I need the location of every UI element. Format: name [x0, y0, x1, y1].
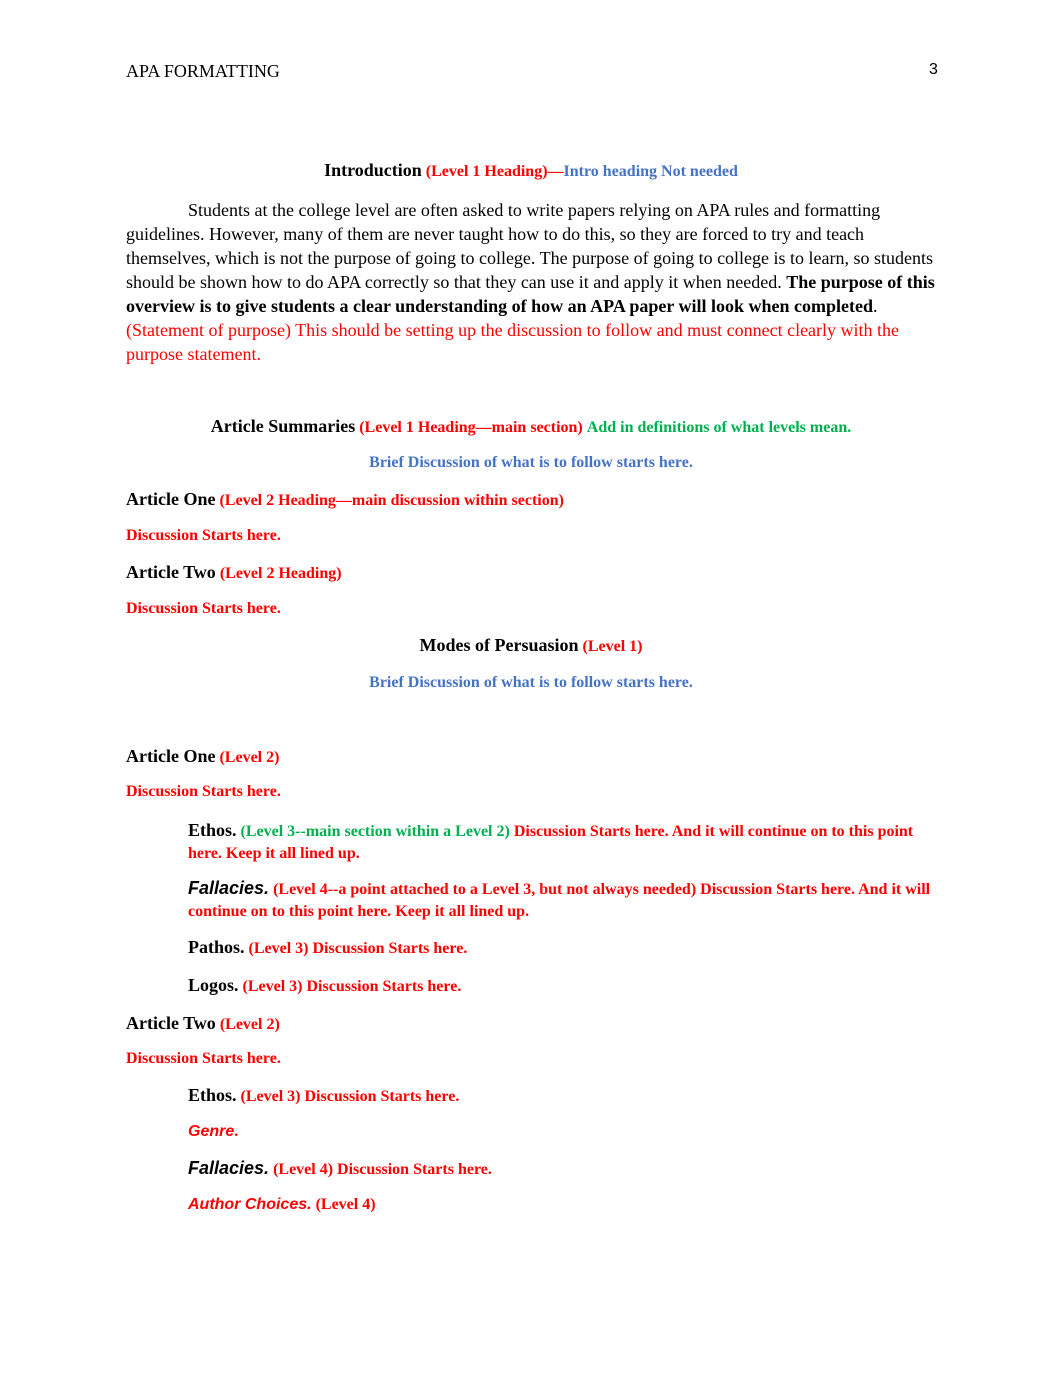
fallacies-level4-paragraph: Fallacies. (Level 4--a point attached to…: [188, 877, 940, 923]
author-choices-label: Author Choices.: [188, 1196, 312, 1213]
article-two-fallacies-paragraph: Fallacies. (Level 4) Discussion Starts h…: [188, 1158, 492, 1179]
author-choices-text: (Level 4): [315, 1196, 376, 1213]
modes-article-one-note: (Level 2): [219, 749, 280, 766]
summary-article-one-note: (Level 2 Heading—main discussion within …: [219, 492, 564, 509]
summary-article-two-heading-line: Article Two (Level 2 Heading): [126, 562, 342, 583]
intro-paragraph: Students at the college level are often …: [126, 198, 936, 366]
modes-level-note: (Level 1): [582, 638, 643, 655]
document-page: APA FORMATTING 3 Introduction (Level 1 H…: [0, 0, 1062, 1377]
pathos-text: (Level 3) Discussion Starts here.: [248, 940, 468, 957]
article-two-ethos-text: (Level 3) Discussion Starts here.: [240, 1088, 460, 1105]
modes-article-one-heading-line: Article One (Level 2): [126, 746, 279, 767]
logos-paragraph: Logos. (Level 3) Discussion Starts here.: [188, 975, 461, 996]
modes-heading-line: Modes of Persuasion (Level 1): [0, 635, 1062, 656]
summary-article-two-note: (Level 2 Heading): [219, 565, 342, 582]
ethos-level3-paragraph: Ethos. (Level 3--main section within a L…: [188, 819, 940, 865]
fallacies-text: (Level 4--a point attached to a Level 3,…: [188, 881, 931, 920]
genre-period: .: [234, 1123, 239, 1140]
modes-article-two-heading: Article Two: [126, 1013, 216, 1033]
article-summaries-brief: Brief Discussion of what is to follow st…: [369, 454, 693, 471]
modes-article-one-discussion: Discussion Starts here.: [126, 783, 281, 800]
ethos-level-note: (Level 3--main section within a Level 2): [240, 823, 510, 840]
modes-heading: Modes of Persuasion: [419, 635, 579, 655]
summary-article-one-heading: Article One: [126, 489, 216, 509]
logos-text: (Level 3) Discussion Starts here.: [242, 978, 462, 995]
page-number: 3: [929, 61, 938, 78]
article-summaries-heading-line: Article Summaries (Level 1 Heading—main …: [0, 416, 1062, 437]
pathos-label: Pathos.: [188, 937, 245, 957]
summary-article-two-heading: Article Two: [126, 562, 216, 582]
author-choices-paragraph: Author Choices. (Level 4): [188, 1196, 376, 1214]
genre-label: Genre: [188, 1123, 235, 1140]
genre-paragraph: Genre.: [188, 1123, 238, 1141]
running-head: APA FORMATTING: [126, 61, 280, 81]
intro-heading: Introduction: [324, 160, 422, 180]
summary-article-one-heading-line: Article One (Level 2 Heading—main discus…: [126, 489, 564, 510]
logos-label: Logos.: [188, 975, 239, 995]
article-two-fallacies-label: Fallacies.: [188, 1158, 270, 1178]
summary-article-two-discussion: Discussion Starts here.: [126, 600, 281, 617]
modes-article-two-heading-line: Article Two (Level 2): [126, 1013, 280, 1034]
modes-brief: Brief Discussion of what is to follow st…: [369, 674, 693, 691]
article-summaries-definitions-note: Add in definitions of what levels mean.: [586, 419, 852, 436]
purpose-comment: (Statement of purpose) This should be se…: [126, 320, 900, 364]
purpose-period: .: [873, 296, 878, 316]
summary-article-one-discussion: Discussion Starts here.: [126, 527, 281, 544]
article-summaries-level-note: (Level 1 Heading—main section): [359, 419, 583, 436]
pathos-paragraph: Pathos. (Level 3) Discussion Starts here…: [188, 937, 467, 958]
fallacies-label: Fallacies.: [188, 878, 270, 898]
article-two-fallacies-text: (Level 4) Discussion Starts here.: [273, 1161, 492, 1178]
intro-not-needed-note: Intro heading Not needed: [563, 163, 738, 180]
ethos-label: Ethos.: [188, 820, 237, 840]
intro-level-note: (Level 1 Heading)—: [425, 163, 564, 180]
article-summaries-heading: Article Summaries: [210, 416, 356, 436]
modes-article-two-note: (Level 2): [219, 1016, 280, 1033]
modes-article-one-heading: Article One: [126, 746, 216, 766]
article-two-ethos-paragraph: Ethos. (Level 3) Discussion Starts here.: [188, 1085, 459, 1106]
intro-heading-line: Introduction (Level 1 Heading)—Intro hea…: [0, 160, 1062, 181]
modes-article-two-discussion: Discussion Starts here.: [126, 1050, 281, 1067]
article-two-ethos-label: Ethos.: [188, 1085, 237, 1105]
